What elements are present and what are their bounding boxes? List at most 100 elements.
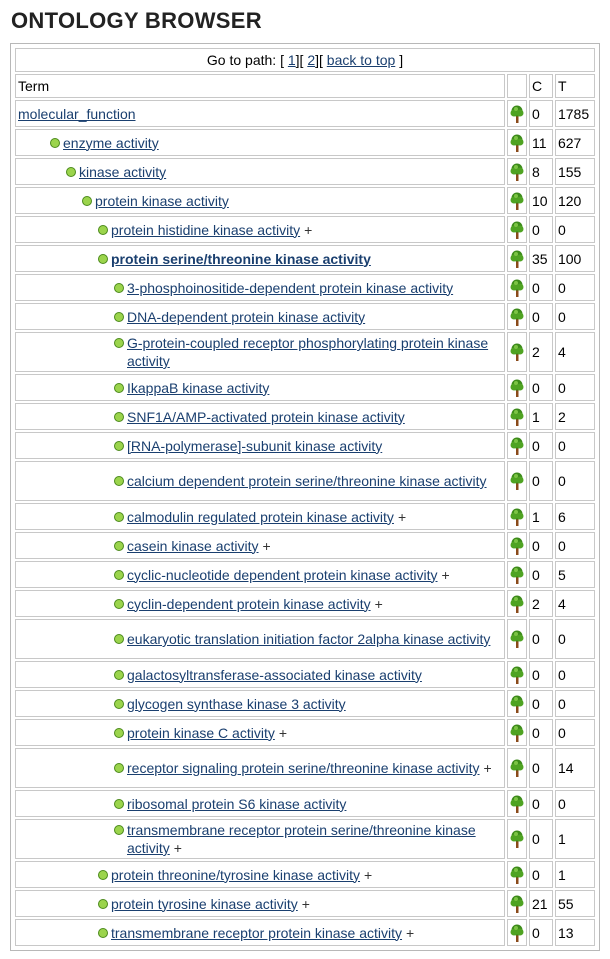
expand-plus[interactable]: + bbox=[263, 538, 271, 554]
term-link[interactable]: protein serine/threonine kinase activity bbox=[111, 251, 371, 267]
tree-icon[interactable] bbox=[509, 472, 525, 490]
tree-icon[interactable] bbox=[509, 895, 525, 913]
tree-icon[interactable] bbox=[509, 343, 525, 361]
tree-icon[interactable] bbox=[509, 595, 525, 613]
info-icon[interactable] bbox=[82, 195, 92, 206]
info-icon[interactable] bbox=[114, 569, 124, 580]
term-link[interactable]: [RNA-polymerase]-subunit kinase activity bbox=[127, 438, 382, 454]
expand-plus[interactable]: + bbox=[279, 725, 287, 741]
term-link[interactable]: galactosyltransferase-associated kinase … bbox=[127, 667, 422, 683]
tree-icon[interactable] bbox=[509, 866, 525, 884]
tree-icon[interactable] bbox=[509, 308, 525, 326]
info-icon[interactable] bbox=[98, 224, 108, 235]
term-link[interactable]: kinase activity bbox=[79, 164, 166, 180]
page-title: ONTOLOGY BROWSER bbox=[11, 8, 262, 33]
tree-icon[interactable] bbox=[509, 630, 525, 648]
expand-plus[interactable]: + bbox=[364, 867, 372, 883]
path-link-1[interactable]: 1 bbox=[288, 52, 296, 68]
info-icon[interactable] bbox=[114, 598, 124, 609]
term-link[interactable]: eukaryotic translation initiation factor… bbox=[127, 631, 490, 647]
term-link[interactable]: calmodulin regulated protein kinase acti… bbox=[127, 509, 394, 525]
info-icon[interactable] bbox=[114, 382, 124, 393]
tree-icon[interactable] bbox=[509, 666, 525, 684]
tree-cell bbox=[507, 100, 528, 127]
term-link[interactable]: protein kinase activity bbox=[95, 193, 229, 209]
tree-icon[interactable] bbox=[509, 437, 525, 455]
info-icon[interactable] bbox=[114, 698, 124, 709]
tree-icon[interactable] bbox=[509, 566, 525, 584]
term-link[interactable]: SNF1A/AMP-activated protein kinase activ… bbox=[127, 409, 405, 425]
term-link[interactable]: cyclin-dependent protein kinase activity bbox=[127, 596, 371, 612]
tree-icon[interactable] bbox=[509, 508, 525, 526]
tree-icon[interactable] bbox=[509, 759, 525, 777]
tree-icon[interactable] bbox=[509, 537, 525, 555]
table-row: calcium dependent protein serine/threoni… bbox=[15, 461, 595, 501]
info-icon[interactable] bbox=[114, 763, 124, 773]
info-icon[interactable] bbox=[114, 727, 124, 738]
info-icon[interactable] bbox=[66, 166, 76, 177]
term-link[interactable]: casein kinase activity bbox=[127, 538, 259, 554]
info-icon[interactable] bbox=[114, 634, 124, 644]
info-icon[interactable] bbox=[114, 311, 124, 322]
term-link[interactable]: protein threonine/tyrosine kinase activi… bbox=[111, 867, 360, 883]
tree-icon[interactable] bbox=[509, 830, 525, 848]
info-icon[interactable] bbox=[98, 927, 108, 938]
info-icon[interactable] bbox=[114, 540, 124, 551]
term-cell: receptor signaling protein serine/threon… bbox=[15, 748, 506, 788]
info-icon[interactable] bbox=[114, 411, 124, 422]
term-link[interactable]: receptor signaling protein serine/threon… bbox=[127, 760, 480, 776]
tree-icon[interactable] bbox=[509, 105, 525, 123]
term-link[interactable]: DNA-dependent protein kinase activity bbox=[127, 309, 365, 325]
expand-plus[interactable]: + bbox=[375, 596, 383, 612]
tree-icon[interactable] bbox=[509, 379, 525, 397]
table-row: galactosyltransferase-associated kinase … bbox=[15, 661, 595, 688]
back-to-top-link[interactable]: back to top bbox=[327, 52, 396, 68]
info-icon[interactable] bbox=[98, 253, 108, 264]
term-link[interactable]: protein histidine kinase activity bbox=[111, 222, 300, 238]
term-link[interactable]: protein tyrosine kinase activity bbox=[111, 896, 298, 912]
term-link[interactable]: 3-phosphoinositide-dependent protein kin… bbox=[127, 280, 453, 296]
term-cell: casein kinase activity + bbox=[15, 532, 506, 559]
info-icon[interactable] bbox=[98, 869, 108, 880]
term-link[interactable]: G-protein-coupled receptor phosphorylati… bbox=[127, 335, 488, 369]
info-icon[interactable] bbox=[50, 137, 60, 148]
path-link-2[interactable]: 2 bbox=[307, 52, 315, 68]
term-link[interactable]: enzyme activity bbox=[63, 135, 159, 151]
info-icon[interactable] bbox=[114, 476, 124, 486]
tree-icon[interactable] bbox=[509, 279, 525, 297]
info-icon[interactable] bbox=[114, 511, 124, 522]
expand-plus[interactable]: + bbox=[406, 925, 414, 941]
expand-plus[interactable]: + bbox=[302, 896, 310, 912]
term-link[interactable]: protein kinase C activity bbox=[127, 725, 275, 741]
term-link[interactable]: glycogen synthase kinase 3 activity bbox=[127, 696, 346, 712]
expand-plus[interactable]: + bbox=[304, 222, 312, 238]
info-icon[interactable] bbox=[114, 282, 124, 293]
info-icon[interactable] bbox=[98, 898, 108, 909]
term-link[interactable]: IkappaB kinase activity bbox=[127, 380, 269, 396]
term-link[interactable]: ribosomal protein S6 kinase activity bbox=[127, 796, 346, 812]
expand-plus[interactable]: + bbox=[174, 840, 182, 856]
tree-icon[interactable] bbox=[509, 163, 525, 181]
tree-icon[interactable] bbox=[509, 134, 525, 152]
tree-icon[interactable] bbox=[509, 695, 525, 713]
tree-icon[interactable] bbox=[509, 724, 525, 742]
info-icon[interactable] bbox=[114, 825, 124, 835]
tree-icon[interactable] bbox=[509, 192, 525, 210]
path-separator: ][ bbox=[315, 52, 323, 68]
expand-plus[interactable]: + bbox=[442, 567, 450, 583]
info-icon[interactable] bbox=[114, 440, 124, 451]
term-link[interactable]: molecular_function bbox=[18, 106, 136, 122]
expand-plus[interactable]: + bbox=[398, 509, 406, 525]
info-icon[interactable] bbox=[114, 798, 124, 809]
term-link[interactable]: transmembrane receptor protein kinase ac… bbox=[111, 925, 402, 941]
tree-icon[interactable] bbox=[509, 795, 525, 813]
info-icon[interactable] bbox=[114, 669, 124, 680]
term-link[interactable]: calcium dependent protein serine/threoni… bbox=[127, 473, 487, 489]
tree-icon[interactable] bbox=[509, 924, 525, 942]
tree-icon[interactable] bbox=[509, 408, 525, 426]
info-icon[interactable] bbox=[114, 338, 124, 348]
tree-icon[interactable] bbox=[509, 250, 525, 268]
term-link[interactable]: cyclic-nucleotide dependent protein kina… bbox=[127, 567, 438, 583]
expand-plus[interactable]: + bbox=[484, 760, 492, 776]
tree-icon[interactable] bbox=[509, 221, 525, 239]
